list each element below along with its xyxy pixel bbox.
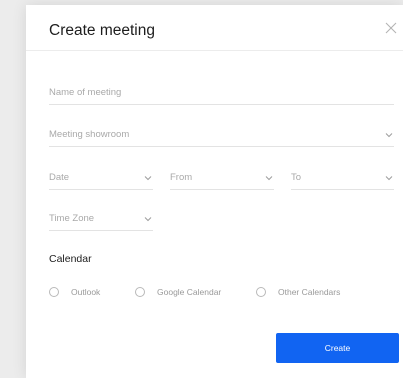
date-select[interactable]: Date — [49, 169, 153, 190]
create-button[interactable]: Create — [276, 333, 399, 363]
meeting-name-field[interactable]: Name of meeting — [49, 84, 394, 105]
chevron-down-icon — [385, 133, 393, 138]
radio-other-calendars-label: Other Calendars — [278, 287, 341, 297]
radio-circle[interactable] — [256, 287, 266, 297]
modal-title: Create meeting — [49, 22, 155, 39]
radio-outlook-label: Outlook — [71, 287, 101, 297]
radio-google-calendar-label: Google Calendar — [157, 287, 222, 297]
meeting-name-placeholder: Name of meeting — [49, 87, 122, 98]
chevron-down-icon — [265, 176, 273, 181]
close-icon[interactable] — [382, 19, 400, 37]
chevron-down-icon — [144, 176, 152, 181]
to-time-select[interactable]: To — [291, 169, 394, 190]
chevron-down-icon — [144, 217, 152, 222]
calendar-label: Calendar — [49, 253, 92, 265]
from-placeholder: From — [170, 172, 193, 183]
to-placeholder: To — [291, 172, 302, 183]
create-meeting-modal: Create meeting Name of meeting Meeting s… — [26, 5, 403, 378]
timezone-select[interactable]: Time Zone — [49, 210, 153, 231]
from-time-select[interactable]: From — [170, 169, 274, 190]
modal-header: Create meeting — [26, 5, 403, 51]
date-placeholder: Date — [49, 172, 70, 183]
meeting-showroom-select[interactable]: Meeting showroom — [49, 126, 394, 147]
chevron-down-icon — [385, 176, 393, 181]
radio-circle[interactable] — [49, 287, 59, 297]
timezone-placeholder: Time Zone — [49, 213, 95, 224]
radio-circle[interactable] — [135, 287, 145, 297]
meeting-showroom-placeholder: Meeting showroom — [49, 129, 130, 140]
